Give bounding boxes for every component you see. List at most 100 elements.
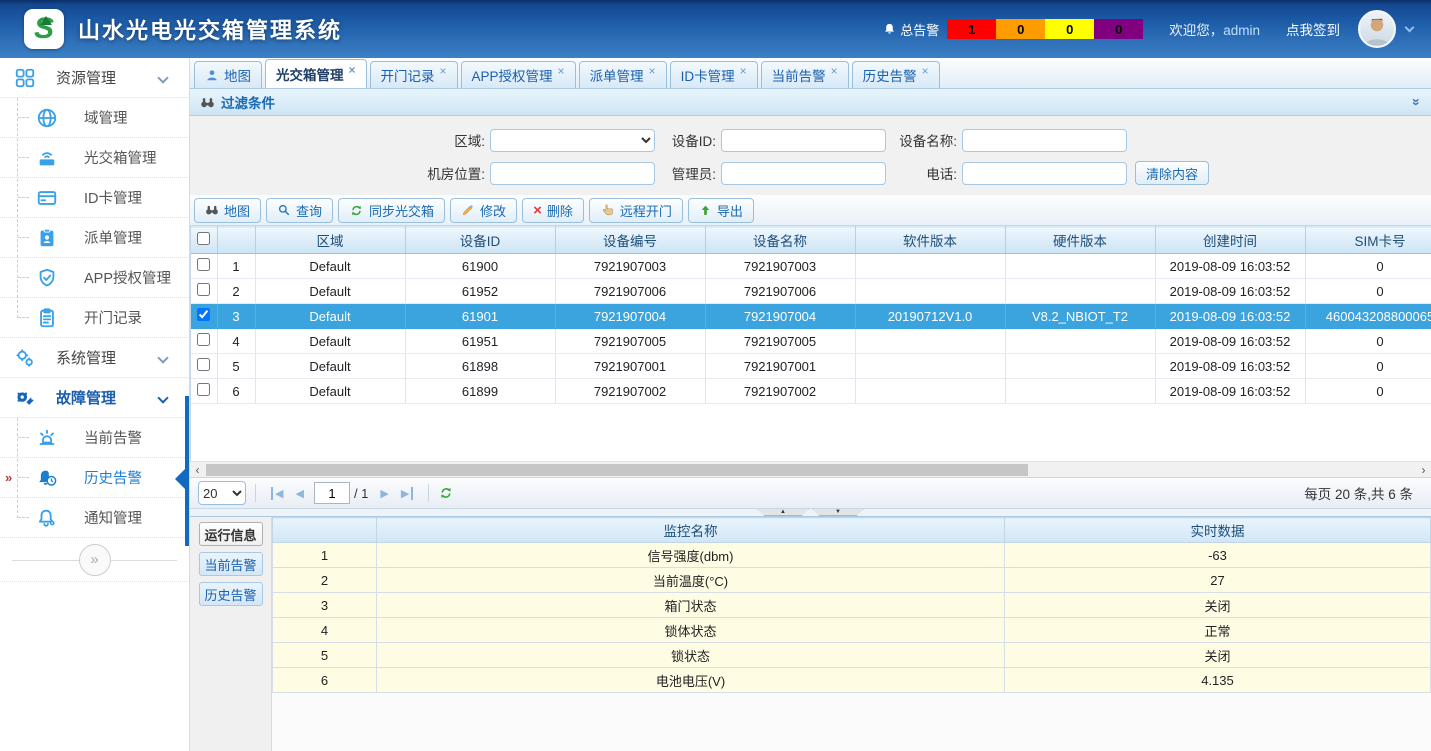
alarm-count-critical[interactable]: 1: [947, 19, 996, 39]
close-icon[interactable]: ×: [922, 64, 929, 78]
device-id-label: 设备ID:: [655, 130, 721, 150]
sidebar-section-fault[interactable]: 故障管理: [0, 378, 189, 418]
col-device-id[interactable]: 设备ID: [405, 227, 555, 254]
sidebar-section-resource[interactable]: 资源管理: [0, 58, 189, 98]
monitor-row[interactable]: 6 电池电压(V) 4.135: [273, 668, 1431, 693]
close-icon[interactable]: ×: [440, 64, 447, 78]
splitter-down-button[interactable]: ▼: [812, 509, 864, 516]
user-menu-chevron-down-icon[interactable]: [1405, 22, 1415, 32]
monitor-row[interactable]: 1 信号强度(dbm) -63: [273, 543, 1431, 568]
alarm-count-warning[interactable]: 0: [1094, 19, 1143, 39]
col-sim[interactable]: SIM卡号: [1305, 227, 1431, 254]
filter-header: 过滤条件 »: [190, 89, 1431, 116]
room-location-input[interactable]: [490, 162, 655, 185]
sidebar-item-history-alarms[interactable]: » 历史告警: [0, 458, 189, 498]
page-size-select[interactable]: 20: [198, 481, 246, 505]
refresh-button[interactable]: [438, 485, 454, 501]
close-icon[interactable]: ×: [649, 64, 656, 78]
col-device-name[interactable]: 设备名称: [705, 227, 855, 254]
person-icon: [205, 68, 219, 82]
col-device-no[interactable]: 设备编号: [555, 227, 705, 254]
export-button[interactable]: 导出: [688, 198, 754, 223]
sidebar-item-id-card[interactable]: ID卡管理: [0, 178, 189, 218]
current-page-input[interactable]: [314, 482, 350, 504]
phone-input[interactable]: [962, 162, 1127, 185]
sidebar-item-door-records[interactable]: 开门记录: [0, 298, 189, 338]
scroll-left-icon[interactable]: ‹: [190, 462, 205, 478]
sync-cabinet-button[interactable]: 同步光交箱: [338, 198, 445, 223]
table-row[interactable]: 2 Default 61952 7921907006 7921907006 20…: [191, 279, 1431, 304]
select-all-checkbox[interactable]: [197, 232, 210, 245]
sidebar-item-dispatch[interactable]: 派单管理: [0, 218, 189, 258]
remote-open-button[interactable]: 远程开门: [589, 198, 683, 223]
scrollbar-thumb[interactable]: [206, 464, 1028, 476]
row-checkbox[interactable]: [197, 358, 210, 371]
device-name-input[interactable]: [962, 129, 1127, 152]
scroll-right-icon[interactable]: ›: [1416, 462, 1431, 478]
col-region[interactable]: 区域: [255, 227, 405, 254]
row-checkbox[interactable]: [197, 333, 210, 346]
horizontal-scrollbar[interactable]: ‹ ›: [190, 461, 1431, 477]
close-icon[interactable]: ×: [558, 64, 565, 78]
shield-check-icon: [36, 267, 58, 289]
sidebar-item-notification-mgmt[interactable]: 通知管理: [0, 498, 189, 538]
monitor-row[interactable]: 2 当前温度(°C) 27: [273, 568, 1431, 593]
tab-cabinet-mgmt[interactable]: 光交箱管理×: [265, 59, 367, 88]
delete-button[interactable]: × 删除: [522, 198, 584, 223]
first-page-button[interactable]: ◀: [271, 487, 283, 500]
device-id-input[interactable]: [721, 129, 886, 152]
row-checkbox[interactable]: [197, 258, 210, 271]
panel-splitter[interactable]: ▲ ▼: [190, 509, 1431, 517]
signin-button[interactable]: 点我签到: [1286, 19, 1340, 39]
monitor-row[interactable]: 5 锁状态 关闭: [273, 643, 1431, 668]
tab-history-alarms[interactable]: 历史告警×: [852, 61, 940, 88]
monitor-row[interactable]: 3 箱门状态 关闭: [273, 593, 1431, 618]
tab-current-alarms-detail[interactable]: 当前告警: [199, 552, 263, 576]
tab-current-alarms[interactable]: 当前告警×: [761, 61, 849, 88]
detail-panel: 运行信息 当前告警 历史告警 监控名称 实时数据 1 信号强度(dbm) -63: [190, 517, 1431, 751]
avatar[interactable]: [1358, 10, 1396, 48]
map-button[interactable]: 地图: [194, 198, 261, 223]
tab-app-auth[interactable]: APP授权管理×: [461, 61, 576, 88]
close-icon[interactable]: ×: [740, 64, 747, 78]
table-row[interactable]: 4 Default 61951 7921907005 7921907005 20…: [191, 329, 1431, 354]
sidebar-item-app-auth[interactable]: APP授权管理: [0, 258, 189, 298]
manager-input[interactable]: [721, 162, 886, 185]
last-page-button[interactable]: ▶: [401, 487, 413, 500]
tab-history-alarms-detail[interactable]: 历史告警: [199, 582, 263, 606]
splitter-up-button[interactable]: ▲: [757, 509, 809, 516]
row-checkbox[interactable]: [197, 308, 210, 321]
region-select[interactable]: [490, 129, 655, 152]
row-checkbox[interactable]: [197, 383, 210, 396]
sidebar-item-domain[interactable]: 域管理: [0, 98, 189, 138]
total-alarm-label: 总告警: [882, 20, 939, 39]
col-sw-version[interactable]: 软件版本: [855, 227, 1005, 254]
alarm-count-major[interactable]: 0: [996, 19, 1045, 39]
next-page-button[interactable]: ▶: [380, 487, 388, 500]
tab-dispatch[interactable]: 派单管理×: [579, 61, 667, 88]
edit-button[interactable]: 修改: [450, 198, 517, 223]
sidebar-collapse-button[interactable]: »: [79, 544, 111, 576]
filter-collapse-icon[interactable]: »: [1409, 98, 1425, 106]
prev-page-button[interactable]: ◀: [295, 487, 303, 500]
close-icon[interactable]: ×: [831, 64, 838, 78]
monitor-row[interactable]: 4 锁体状态 正常: [273, 618, 1431, 643]
sidebar-item-cabinet-mgmt[interactable]: 光交箱管理: [0, 138, 189, 178]
table-row[interactable]: 1 Default 61900 7921907003 7921907003 20…: [191, 254, 1431, 279]
alarm-count-minor[interactable]: 0: [1045, 19, 1094, 39]
table-row-selected[interactable]: 3 Default 61901 7921907004 7921907004 20…: [191, 304, 1431, 329]
tab-id-card[interactable]: ID卡管理×: [670, 61, 758, 88]
col-hw-version[interactable]: 硬件版本: [1005, 227, 1155, 254]
close-icon[interactable]: ×: [349, 63, 356, 77]
row-checkbox[interactable]: [197, 283, 210, 296]
sidebar-section-system[interactable]: 系统管理: [0, 338, 189, 378]
tab-runtime-info[interactable]: 运行信息: [199, 522, 263, 546]
tab-map[interactable]: 地图: [194, 61, 262, 88]
sidebar-item-current-alarms[interactable]: 当前告警: [0, 418, 189, 458]
clear-button[interactable]: 清除内容: [1135, 161, 1209, 185]
query-button[interactable]: 查询: [266, 198, 333, 223]
col-created[interactable]: 创建时间: [1155, 227, 1305, 254]
tab-door-records[interactable]: 开门记录×: [370, 61, 458, 88]
table-row[interactable]: 6 Default 61899 7921907002 7921907002 20…: [191, 379, 1431, 404]
table-row[interactable]: 5 Default 61898 7921907001 7921907001 20…: [191, 354, 1431, 379]
